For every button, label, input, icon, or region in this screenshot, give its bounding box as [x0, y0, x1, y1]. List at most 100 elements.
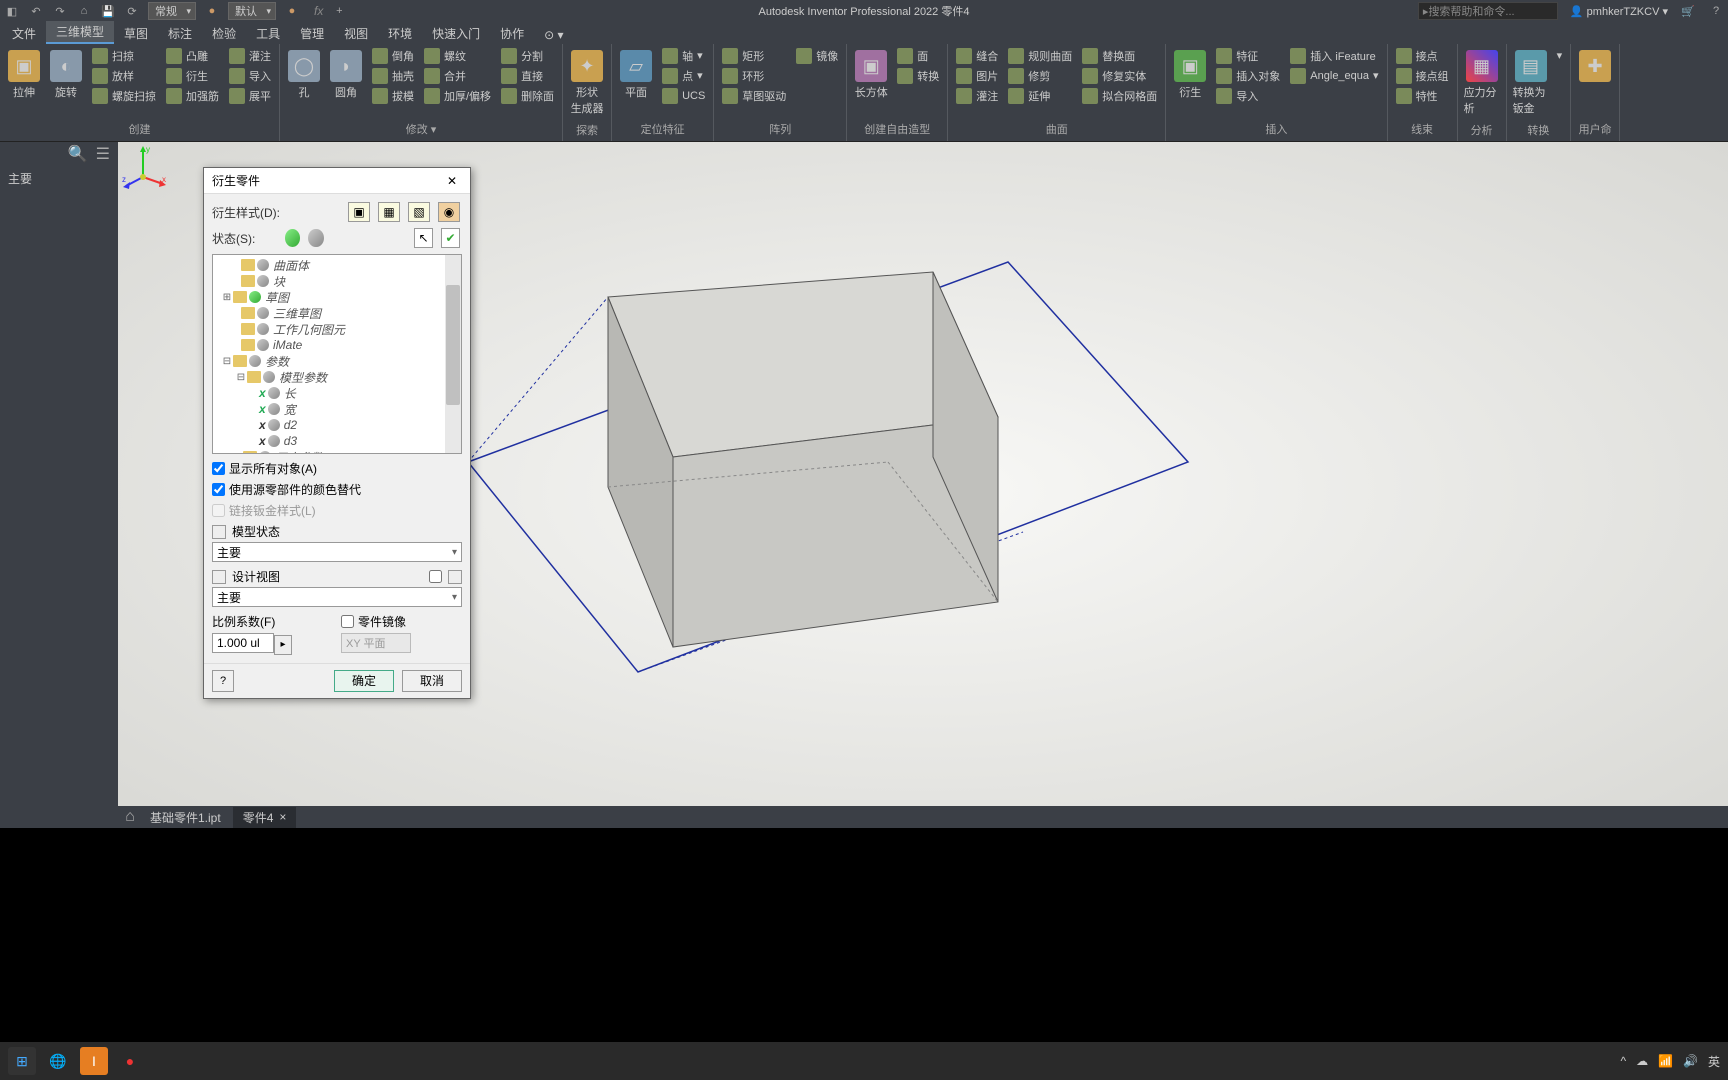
browser-menu-icon[interactable]: ☰ [96, 144, 110, 164]
ff-face-button[interactable]: 面 [893, 46, 943, 65]
save-icon[interactable]: 💾 [100, 3, 116, 19]
circ-pattern-button[interactable]: 环形 [718, 66, 790, 85]
dialog-close-button[interactable]: ✕ [442, 171, 462, 191]
ifeature-button[interactable]: 插入 iFeature [1286, 46, 1382, 65]
extend-button[interactable]: 延伸 [1004, 86, 1076, 105]
insert-obj-button[interactable]: 插入对象 [1212, 66, 1284, 85]
thread-button[interactable]: 螺纹 [420, 46, 495, 65]
start-button[interactable]: ⊞ [8, 1047, 36, 1075]
loft-button[interactable]: 放样 [88, 66, 160, 85]
scale-arrow-button[interactable]: ▸ [274, 635, 292, 655]
model-state-combo[interactable]: 主要 [212, 542, 462, 562]
tray-ime[interactable]: 英 [1708, 1053, 1720, 1070]
status-exclude-button[interactable] [308, 229, 323, 247]
tab-addins[interactable]: ⊙ ▾ [534, 26, 573, 44]
select-arrow-button[interactable]: ↖ [414, 228, 433, 248]
unwrap-button[interactable]: 展平 [225, 86, 275, 105]
user-cmd-button[interactable]: ✚ [1575, 46, 1615, 86]
mirror-part-checkbox[interactable]: 零件镜像 [341, 613, 462, 630]
ff-convert-button[interactable]: 转换 [893, 66, 943, 85]
ok-button[interactable]: 确定 [334, 670, 394, 692]
harness-point-button[interactable]: 接点 [1392, 46, 1453, 65]
delete-face-button[interactable]: 删除面 [497, 86, 558, 105]
undo-icon[interactable]: ↶ [28, 3, 44, 19]
redo-icon[interactable]: ↷ [52, 3, 68, 19]
appearance-icon[interactable]: ● [284, 3, 300, 19]
doc-tab-part4[interactable]: 零件4× [233, 807, 297, 828]
fillet-button[interactable]: ◗圆角 [326, 46, 366, 104]
view-style-dropdown[interactable]: 常规 [148, 2, 196, 20]
revolve-button[interactable]: ◐旋转 [46, 46, 86, 104]
draft-button[interactable]: 拔模 [368, 86, 418, 105]
rect-pattern-button[interactable]: 矩形 [718, 46, 790, 65]
dialog-help-button[interactable]: ? [212, 670, 234, 692]
coil-button[interactable]: 螺旋扫掠 [88, 86, 160, 105]
tray-up-icon[interactable]: ^ [1620, 1054, 1626, 1068]
stress-button[interactable]: ▦应力分析 [1462, 46, 1502, 120]
tab-tools[interactable]: 工具 [246, 23, 290, 44]
inventor-taskbar-icon[interactable]: I [80, 1047, 108, 1075]
record-icon[interactable]: ● [116, 1047, 144, 1075]
tab-manage[interactable]: 管理 [290, 23, 334, 44]
tab-3d-model[interactable]: 三维模型 [46, 21, 114, 44]
tab-file[interactable]: 文件 [2, 23, 46, 44]
stitch-button[interactable]: 缝合 [952, 46, 1002, 65]
import-cmd-button[interactable]: 导入 [1212, 86, 1284, 105]
style-multi-button[interactable]: ▦ [378, 202, 400, 222]
tab-annotate[interactable]: 标注 [158, 23, 202, 44]
angle-equal-button[interactable]: Angle_equa ▾ [1286, 66, 1382, 85]
fx-icon[interactable]: fx [314, 4, 323, 18]
shear-button[interactable]: 修剪 [1004, 66, 1076, 85]
select-check-button[interactable]: ✔ [441, 228, 460, 248]
use-source-color-checkbox[interactable]: 使用源零部件的颜色替代 [212, 481, 462, 498]
material-icon[interactable]: ● [204, 3, 220, 19]
home-icon[interactable]: ⌂ [76, 3, 92, 19]
ruled-button[interactable]: 规则曲面 [1004, 46, 1076, 65]
properties-button[interactable]: 特性 [1392, 86, 1453, 105]
convert-drop[interactable]: ▾ [1553, 46, 1567, 65]
derive-surf-button[interactable]: ▣衍生 [1170, 46, 1210, 104]
design-view-combo[interactable]: 主要 [212, 587, 462, 607]
help-search-input[interactable]: ▸ 搜索帮助和命令... [1418, 2, 1558, 20]
tray-volume-icon[interactable]: 🔊 [1683, 1054, 1698, 1068]
fit-mesh-button[interactable]: 拟合网格面 [1078, 86, 1161, 105]
tab-inspect[interactable]: 检验 [202, 23, 246, 44]
sheet-metal-button[interactable]: ▤转换为钣金 [1511, 46, 1551, 120]
shell-button[interactable]: 抽壳 [368, 66, 418, 85]
design-view-assoc-checkbox[interactable] [429, 570, 442, 583]
axis-button[interactable]: 轴 ▾ [658, 46, 709, 65]
scale-factor-input[interactable]: 1.000 ul [212, 633, 274, 653]
point-group-button[interactable]: 接点组 [1392, 66, 1453, 85]
rib-button[interactable]: 加强筋 [162, 86, 223, 105]
browser-root[interactable]: 主要 [0, 166, 118, 191]
doc-tab-base[interactable]: 基础零件1.ipt [140, 807, 231, 828]
feature-button[interactable]: 特征 [1212, 46, 1284, 65]
status-include-button[interactable] [285, 229, 300, 247]
chamfer-button[interactable]: 倒角 [368, 46, 418, 65]
cancel-button[interactable]: 取消 [402, 670, 462, 692]
hole-button[interactable]: ◯孔 [284, 46, 324, 104]
tab-environment[interactable]: 环境 [378, 23, 422, 44]
appearance-dropdown[interactable]: 默认 [228, 2, 276, 20]
combine-button[interactable]: 合并 [420, 66, 495, 85]
sweep-button[interactable]: 扫掠 [88, 46, 160, 65]
tab-close-icon[interactable]: × [279, 810, 286, 824]
decal-button[interactable]: 灌注 [225, 46, 275, 65]
thicken-button[interactable]: 加厚/偏移 [420, 86, 495, 105]
derive-button[interactable]: 衍生 [162, 66, 223, 85]
mirror-button[interactable]: 镜像 [792, 46, 842, 65]
tree-scrollbar[interactable] [445, 255, 461, 453]
chrome-icon[interactable]: 🌐 [44, 1047, 72, 1075]
style-composite-button[interactable]: ◉ [438, 202, 460, 222]
tab-collaborate[interactable]: 协作 [490, 23, 534, 44]
design-view-extra-icon[interactable] [448, 570, 462, 584]
tray-cloud-icon[interactable]: ☁ [1636, 1054, 1648, 1068]
plane-button[interactable]: ▱平面 [616, 46, 656, 104]
tray-wifi-icon[interactable]: 📶 [1658, 1054, 1673, 1068]
emboss-button[interactable]: 凸雕 [162, 46, 223, 65]
direct-button[interactable]: 直接 [497, 66, 558, 85]
doc-home-icon[interactable]: ⌂ [122, 809, 138, 825]
import-button[interactable]: 导入 [225, 66, 275, 85]
style-solid-button[interactable]: ▣ [348, 202, 370, 222]
repair-button[interactable]: 修复实体 [1078, 66, 1161, 85]
